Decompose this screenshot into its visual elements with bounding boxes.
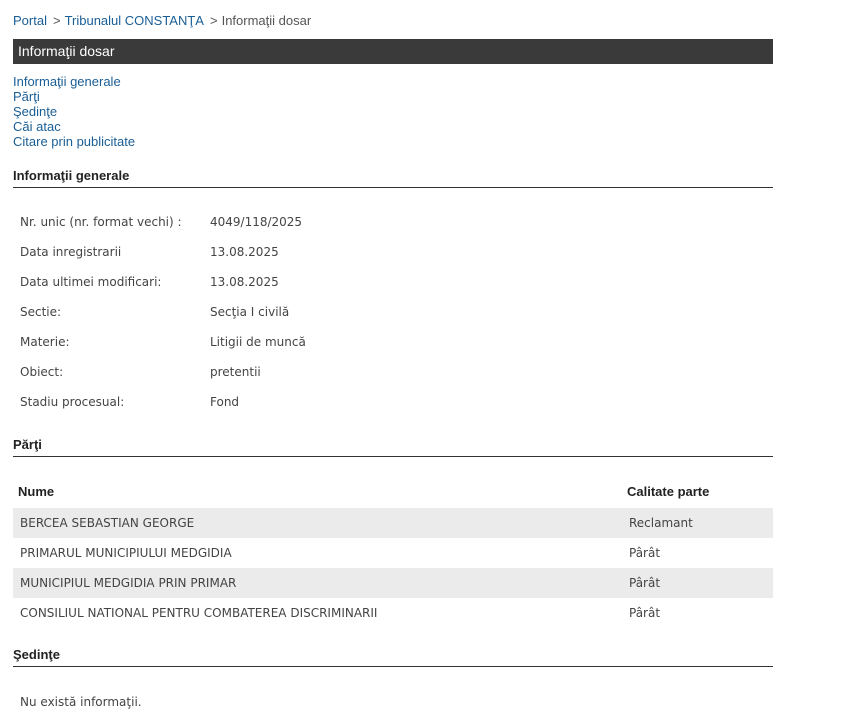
- info-row: Obiect: pretentii: [20, 365, 306, 395]
- table-row: PRIMARUL MUNICIPIULUI MEDGIDIA Pârât: [13, 538, 773, 568]
- info-value: Fond: [210, 395, 240, 409]
- breadcrumb-portal-link[interactable]: Portal: [13, 13, 47, 28]
- info-value: pretentii: [210, 365, 261, 379]
- section-nav: Informaţii generale Părţi Şedinţe Căi at…: [13, 74, 135, 149]
- section-title-general: Informaţii generale: [13, 168, 773, 188]
- table-row: CONSILIUL NATIONAL PENTRU COMBATEREA DIS…: [13, 598, 773, 628]
- nav-link-cai-atac[interactable]: Căi atac: [13, 119, 135, 134]
- party-role: Reclamant: [629, 516, 693, 530]
- party-name: CONSILIUL NATIONAL PENTRU COMBATEREA DIS…: [20, 606, 378, 620]
- table-row: MUNICIPIUL MEDGIDIA PRIN PRIMAR Pârât: [13, 568, 773, 598]
- info-row: Materie: Litigii de muncă: [20, 335, 306, 365]
- column-header-role: Calitate parte: [627, 484, 710, 499]
- info-label: Materie:: [20, 335, 70, 349]
- party-name: MUNICIPIUL MEDGIDIA PRIN PRIMAR: [20, 576, 237, 590]
- info-label: Sectie:: [20, 305, 62, 319]
- info-value: 4049/118/2025: [210, 215, 303, 229]
- info-label: Data ultimei modificari:: [20, 275, 162, 289]
- nav-link-parti[interactable]: Părţi: [13, 89, 135, 104]
- breadcrumb: Portal > Tribunalul CONSTANŢA > Informaţii d…: [13, 13, 311, 28]
- nav-link-informatii-generale[interactable]: Informaţii generale: [13, 74, 135, 89]
- party-name: BERCEA SEBASTIAN GEORGE: [20, 516, 195, 530]
- section-title-parti: Părţi: [13, 437, 773, 457]
- table-row: BERCEA SEBASTIAN GEORGE Reclamant: [13, 508, 773, 538]
- info-row: Data ultimei modificari: 13.08.2025: [20, 275, 306, 305]
- info-row: Nr. unic (nr. format vechi) : 4049/118/2…: [20, 215, 306, 245]
- section-title-sedinte: Şedinţe: [13, 647, 773, 667]
- parti-table: BERCEA SEBASTIAN GEORGE Reclamant PRIMAR…: [13, 508, 773, 628]
- party-role: Pârât: [629, 546, 661, 560]
- info-label: Stadiu procesual:: [20, 395, 125, 409]
- info-value: Litigii de muncă: [210, 335, 306, 349]
- info-row: Sectie: Secţia I civilă: [20, 305, 306, 335]
- breadcrumb-current: Informaţii dosar: [221, 13, 312, 28]
- breadcrumb-separator: >: [209, 13, 218, 28]
- party-role: Pârât: [629, 576, 661, 590]
- info-value: 13.08.2025: [210, 245, 279, 259]
- party-role: Pârât: [629, 606, 661, 620]
- breadcrumb-court-link[interactable]: Tribunalul CONSTANŢA: [65, 13, 204, 28]
- page-title: Informaţii dosar: [13, 39, 773, 64]
- breadcrumb-separator: >: [52, 13, 61, 28]
- sedinte-empty-message: Nu există informaţii.: [20, 695, 142, 709]
- info-label: Data inregistrarii: [20, 245, 122, 259]
- general-info-table: Nr. unic (nr. format vechi) : 4049/118/2…: [20, 215, 306, 425]
- nav-link-citare[interactable]: Citare prin publicitate: [13, 134, 135, 149]
- nav-link-sedinte[interactable]: Şedinţe: [13, 104, 135, 119]
- info-label: Nr. unic (nr. format vechi) :: [20, 215, 182, 229]
- column-header-name: Nume: [18, 484, 55, 499]
- info-value: 13.08.2025: [210, 275, 279, 289]
- info-label: Obiect:: [20, 365, 64, 379]
- info-row: Stadiu procesual: Fond: [20, 395, 306, 425]
- info-row: Data inregistrarii 13.08.2025: [20, 245, 306, 275]
- party-name: PRIMARUL MUNICIPIULUI MEDGIDIA: [20, 546, 232, 560]
- info-value: Secţia I civilă: [210, 305, 290, 319]
